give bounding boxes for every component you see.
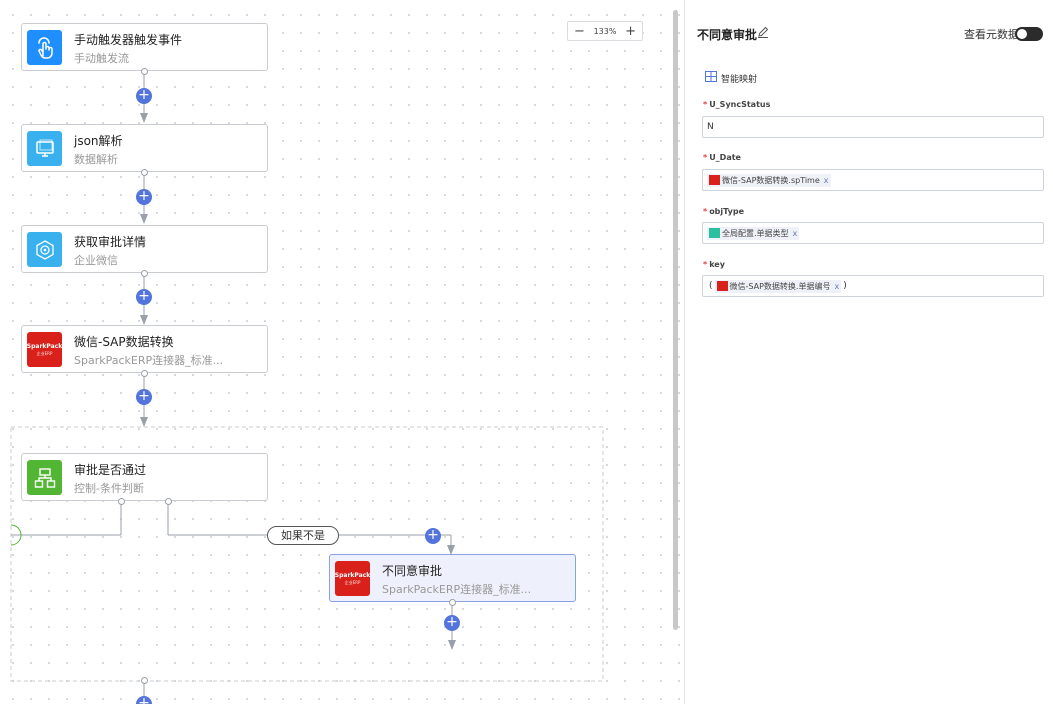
add-step-button[interactable]: + bbox=[136, 189, 152, 205]
flow-node-json-parse[interactable]: json解析 数据解析 bbox=[21, 124, 268, 172]
node-output-port[interactable] bbox=[141, 169, 148, 176]
edit-pencil-icon[interactable] bbox=[757, 26, 769, 41]
flow-node-reject-approval[interactable]: SparkPack 企业ERP 不同意审批 SparkPackERP连接器_标准… bbox=[329, 554, 576, 602]
node-subtitle: 手动触发流 bbox=[74, 52, 129, 65]
sparkpack-token-icon bbox=[709, 175, 720, 185]
flow-canvas[interactable]: − 133% + 手动触发器触发事件 手动触发流 json解析 数据解析 获取审… bbox=[0, 0, 683, 704]
field-label-key: * key bbox=[703, 260, 725, 269]
zoom-control: − 133% + bbox=[567, 21, 643, 41]
view-metadata-toggle[interactable] bbox=[1015, 27, 1043, 41]
add-step-button[interactable]: + bbox=[136, 289, 152, 305]
sparkpack-token-icon bbox=[716, 281, 728, 291]
open-paren: ( bbox=[709, 281, 713, 291]
node-subtitle: SparkPackERP连接器_标准... bbox=[74, 354, 224, 367]
monitor-icon bbox=[27, 131, 62, 166]
field-label-objtype: * objType bbox=[703, 207, 745, 216]
flow-node-get-approval[interactable]: 获取审批详情 企业微信 bbox=[21, 225, 268, 273]
node-output-port[interactable] bbox=[141, 370, 148, 377]
zoom-level: 133% bbox=[593, 26, 617, 36]
field-input-key[interactable]: ( 微信-SAP数据转换.单据编号 x ) bbox=[702, 275, 1044, 297]
variable-token[interactable]: 全局配置.单据类型 x bbox=[707, 226, 800, 240]
node-output-port[interactable] bbox=[449, 599, 456, 606]
view-metadata-label: 查看元数据 bbox=[964, 28, 1019, 41]
node-title: 获取审批详情 bbox=[74, 235, 147, 249]
global-config-token-icon bbox=[709, 228, 720, 238]
sparkpack-logo: SparkPack 企业ERP bbox=[335, 561, 370, 596]
node-output-port[interactable] bbox=[141, 270, 148, 277]
wecom-icon bbox=[27, 232, 62, 267]
smart-mapping-button[interactable]: 智能映射 bbox=[705, 71, 757, 85]
node-subtitle: 企业微信 bbox=[74, 254, 118, 267]
token-remove-icon[interactable]: x bbox=[793, 229, 798, 238]
mapping-icon bbox=[705, 71, 717, 85]
close-paren: ) bbox=[843, 281, 847, 291]
field-value: N bbox=[707, 122, 714, 132]
zoom-out-button[interactable]: − bbox=[574, 24, 585, 39]
smart-mapping-label: 智能映射 bbox=[721, 74, 758, 85]
field-label-u-syncstatus: * U_SyncStatus bbox=[703, 100, 771, 109]
node-output-port[interactable] bbox=[141, 677, 148, 684]
flow-node-manual-trigger[interactable]: 手动触发器触发事件 手动触发流 bbox=[21, 23, 268, 71]
flow-node-sap-convert[interactable]: SparkPack 企业ERP 微信-SAP数据转换 SparkPackERP连… bbox=[21, 325, 268, 373]
flowchart-icon bbox=[27, 460, 62, 495]
node-title: 不同意审批 bbox=[382, 564, 443, 578]
flow-node-condition[interactable]: 审批是否通过 控制-条件判断 bbox=[21, 453, 268, 501]
node-subtitle: SparkPackERP连接器_标准... bbox=[382, 583, 532, 596]
properties-panel: 不同意审批 查看元数据 智能映射 * U_SyncStatus N * U_Date… bbox=[684, 0, 1053, 704]
field-input-objtype[interactable]: 全局配置.单据类型 x bbox=[702, 222, 1044, 244]
node-title: 手动触发器触发事件 bbox=[74, 33, 183, 47]
field-input-u-date[interactable]: 微信-SAP数据转换.spTime x bbox=[702, 169, 1044, 191]
node-subtitle: 控制-条件判断 bbox=[74, 482, 144, 495]
add-step-button[interactable]: + bbox=[444, 615, 460, 631]
field-input-u-syncstatus[interactable]: N bbox=[702, 116, 1044, 138]
token-remove-icon[interactable]: x bbox=[824, 176, 829, 185]
node-output-port[interactable] bbox=[141, 68, 148, 75]
node-output-port[interactable] bbox=[165, 498, 172, 505]
node-subtitle: 数据解析 bbox=[74, 153, 118, 166]
node-output-port[interactable] bbox=[118, 498, 125, 505]
panel-title: 不同意审批 bbox=[697, 28, 758, 42]
sparkpack-logo: SparkPack 企业ERP bbox=[27, 332, 62, 367]
field-label-u-date: * U_Date bbox=[703, 153, 741, 162]
add-step-button[interactable]: + bbox=[136, 88, 152, 104]
node-title: json解析 bbox=[74, 134, 123, 148]
hand-pointer-icon bbox=[27, 30, 62, 65]
add-step-button[interactable]: + bbox=[136, 389, 152, 405]
branch-label-else[interactable]: 如果不是 bbox=[267, 526, 339, 545]
variable-token[interactable]: 微信-SAP数据转换.spTime x bbox=[707, 173, 831, 187]
canvas-scrollbar[interactable] bbox=[673, 10, 678, 630]
variable-token[interactable]: 微信-SAP数据转换.单据编号 x bbox=[714, 279, 842, 293]
toggle-knob bbox=[1017, 29, 1027, 39]
token-remove-icon[interactable]: x bbox=[834, 282, 839, 291]
add-step-button[interactable]: + bbox=[425, 528, 441, 544]
node-title: 微信-SAP数据转换 bbox=[74, 335, 174, 349]
add-step-button[interactable]: + bbox=[136, 696, 152, 704]
zoom-in-button[interactable]: + bbox=[625, 24, 636, 39]
node-title: 审批是否通过 bbox=[74, 463, 147, 477]
